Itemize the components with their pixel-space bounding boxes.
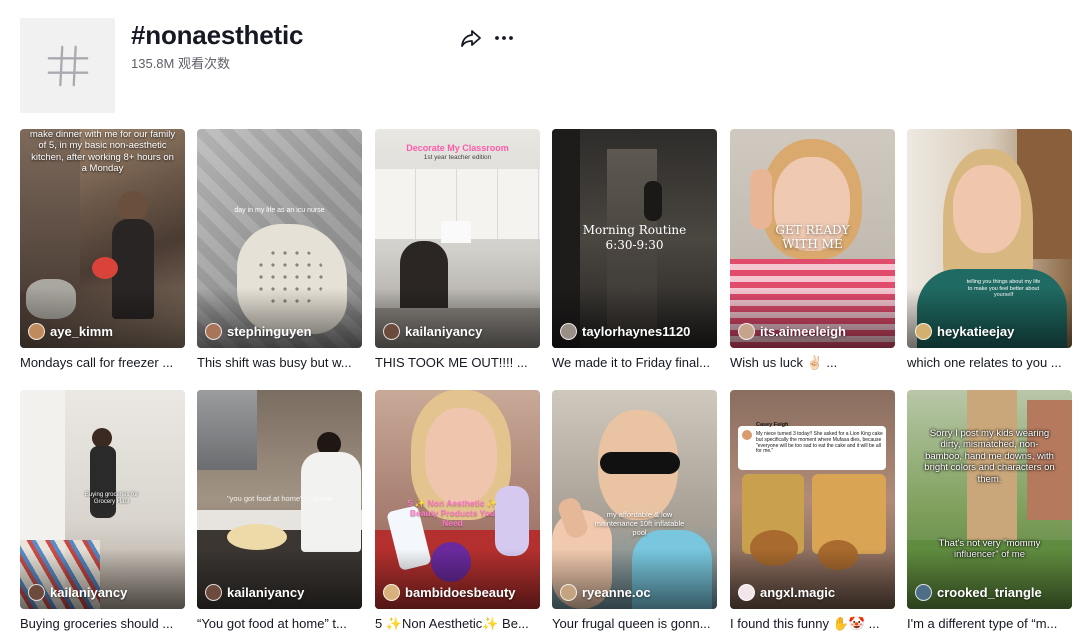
hashtag-header: #nonaesthetic 135.8M 观看次数 <box>20 18 1060 114</box>
video-overlay-subtext: 6:30-9:30 <box>605 238 664 252</box>
avatar <box>205 584 222 601</box>
video-overlay-text: make dinner with me for our family of 5,… <box>29 129 176 175</box>
hashtag-avatar <box>20 18 115 113</box>
avatar <box>383 584 400 601</box>
video-card[interactable]: 5 ✨ Non Aesthetic ✨ Beauty Products You … <box>375 390 540 633</box>
author-name: ryeanne.oc <box>582 585 651 600</box>
video-author[interactable]: crooked_triangle <box>915 584 1042 601</box>
video-overlay-tweet-name: Casey Feigh <box>756 422 789 428</box>
video-card[interactable]: Sorry I post my kids wearing dirty, mism… <box>907 390 1072 633</box>
video-author[interactable]: its.aimeeleigh <box>738 323 846 340</box>
video-thumbnail[interactable]: day in my life as an icu nurse stephingu… <box>197 129 362 348</box>
video-author[interactable]: taylorhaynes1120 <box>560 323 690 340</box>
video-thumbnail[interactable]: 5 ✨ Non Aesthetic ✨ Beauty Products You … <box>375 390 540 609</box>
author-name: kailaniyancy <box>405 324 483 339</box>
video-caption[interactable]: “You got food at home” t... <box>197 615 362 633</box>
video-author[interactable]: kailaniyancy <box>28 584 127 601</box>
video-author[interactable]: stephinguyen <box>205 323 312 340</box>
video-card[interactable]: Buying groceries for Grocery Haul kailan… <box>20 390 185 633</box>
author-name: aye_kimm <box>50 324 113 339</box>
video-overlay-text: day in my life as an icu nurse <box>234 207 325 214</box>
video-thumbnail[interactable]: Decorate My Classroom 1st year teacher e… <box>375 129 540 348</box>
share-arrow-icon <box>461 30 481 47</box>
avatar <box>738 323 755 340</box>
avatar <box>28 584 45 601</box>
hashtag-view-count: 135.8M 观看次数 <box>131 56 230 71</box>
author-name: its.aimeeleigh <box>760 324 846 339</box>
video-card[interactable]: make dinner with me for our family of 5,… <box>20 129 185 372</box>
video-caption[interactable]: Your frugal queen is gonn... <box>552 615 717 633</box>
video-thumbnail[interactable]: Buying groceries for Grocery Haul kailan… <box>20 390 185 609</box>
video-caption[interactable]: 5 ✨Non Aesthetic✨ Be... <box>375 615 540 633</box>
video-overlay-text: Buying groceries for Grocery Haul <box>84 492 139 506</box>
author-name: kailaniyancy <box>50 585 128 600</box>
hashtag-icon <box>47 45 88 86</box>
video-card[interactable]: Decorate My Classroom 1st year teacher e… <box>375 129 540 372</box>
avatar <box>560 584 577 601</box>
video-card[interactable]: Morning Routine 6:30-9:30 taylorhaynes11… <box>552 129 717 372</box>
author-name: kailaniyancy <box>227 585 305 600</box>
video-card[interactable]: GET READY WITH ME its.aimeeleigh Wish us… <box>730 129 895 372</box>
video-thumbnail[interactable]: my affordable & low maintenance 10ft inf… <box>552 390 717 609</box>
video-overlay-text: Sorry I post my kids wearing dirty, mism… <box>924 428 1055 485</box>
author-name: taylorhaynes1120 <box>582 324 691 339</box>
video-thumbnail[interactable]: GET READY WITH ME its.aimeeleigh <box>730 129 895 348</box>
video-overlay-text: Morning Routine <box>582 223 687 237</box>
avatar <box>738 584 755 601</box>
avatar <box>383 323 400 340</box>
video-overlay-text: GET READY WITH ME <box>775 223 850 252</box>
video-thumbnail[interactable]: telling you things about my life to make… <box>907 129 1072 348</box>
author-name: bambidoesbeauty <box>405 585 516 600</box>
video-card[interactable]: telling you things about my life to make… <box>907 129 1072 372</box>
more-options-button[interactable] <box>492 26 516 50</box>
video-caption[interactable]: which one relates to you ... <box>907 354 1072 372</box>
video-author[interactable]: kailaniyancy <box>205 584 304 601</box>
video-caption[interactable]: Buying groceries should ... <box>20 615 185 633</box>
video-overlay-subtext: 1st year teacher edition <box>423 154 492 161</box>
video-caption[interactable]: I'm a different type of “m... <box>907 615 1072 633</box>
video-thumbnail[interactable]: make dinner with me for our family of 5,… <box>20 129 185 348</box>
video-card[interactable]: "you got food at home" ... home kailaniy… <box>197 390 362 633</box>
avatar <box>915 584 932 601</box>
video-author[interactable]: heykatieejay <box>915 323 1014 340</box>
video-thumbnail[interactable]: Sorry I post my kids wearing dirty, mism… <box>907 390 1072 609</box>
avatar <box>915 323 932 340</box>
author-name: angxl.magic <box>760 585 836 600</box>
video-author[interactable]: bambidoesbeauty <box>383 584 516 601</box>
author-name: stephinguyen <box>227 324 312 339</box>
video-caption[interactable]: I found this funny ✋🤡 ... <box>730 615 895 633</box>
video-overlay-text: Decorate My Classroom <box>406 143 509 153</box>
hashtag-title: #nonaesthetic <box>131 20 304 50</box>
author-name: crooked_triangle <box>937 585 1042 600</box>
video-thumbnail[interactable]: "you got food at home" ... home kailaniy… <box>197 390 362 609</box>
share-button[interactable] <box>459 26 483 50</box>
video-card[interactable]: Casey Feigh My niece turned 3 today!! Sh… <box>730 390 895 633</box>
video-caption[interactable]: Mondays call for freezer ... <box>20 354 185 372</box>
author-name: heykatieejay <box>937 324 1015 339</box>
video-card[interactable]: my affordable & low maintenance 10ft inf… <box>552 390 717 633</box>
video-overlay-text: 5 ✨ Non Aesthetic ✨ Beauty Products You … <box>407 498 498 529</box>
video-caption[interactable]: We made it to Friday final... <box>552 354 717 372</box>
avatar <box>205 323 222 340</box>
avatar <box>560 323 577 340</box>
video-thumbnail[interactable]: Casey Feigh My niece turned 3 today!! Sh… <box>730 390 895 609</box>
video-caption[interactable]: THIS TOOK ME OUT!!!! ... <box>375 354 540 372</box>
video-author[interactable]: angxl.magic <box>738 584 835 601</box>
video-caption[interactable]: Wish us luck ✌🏻 ... <box>730 354 895 372</box>
video-overlay-text: my affordable & low maintenance 10ft inf… <box>594 510 685 537</box>
video-overlay-text: My niece turned 3 today!! She asked for … <box>756 431 883 455</box>
video-author[interactable]: kailaniyancy <box>383 323 482 340</box>
video-thumbnail[interactable]: Morning Routine 6:30-9:30 taylorhaynes11… <box>552 129 717 348</box>
video-caption[interactable]: This shift was busy but w... <box>197 354 362 372</box>
video-author[interactable]: ryeanne.oc <box>560 584 651 601</box>
video-overlay-text: "you got food at home" ... home <box>227 494 332 503</box>
more-dots-icon <box>495 36 513 40</box>
video-card[interactable]: day in my life as an icu nurse stephingu… <box>197 129 362 372</box>
video-author[interactable]: aye_kimm <box>28 323 113 340</box>
avatar <box>28 323 45 340</box>
